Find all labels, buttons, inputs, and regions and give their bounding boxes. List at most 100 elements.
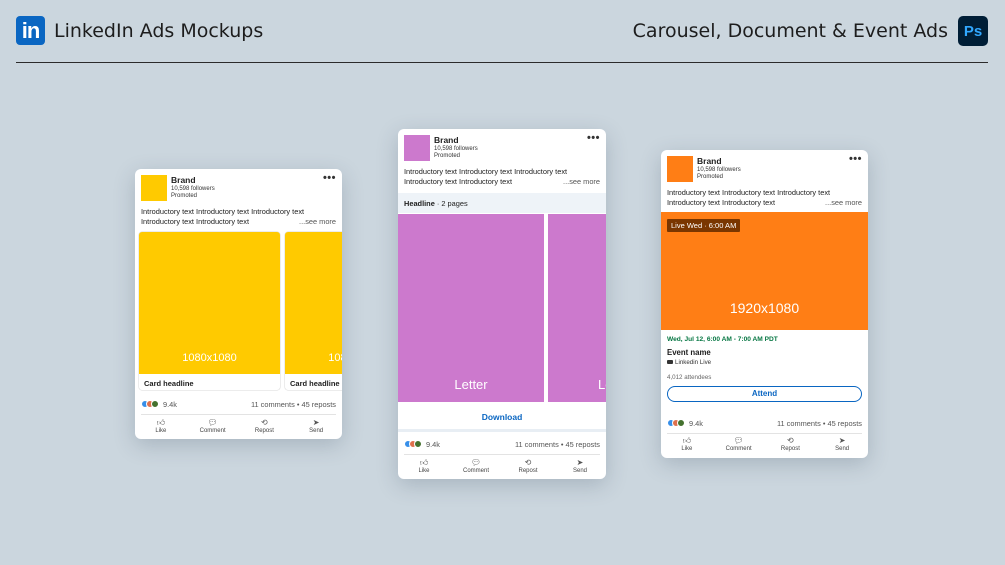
carousel-image-1: 1080x1080 xyxy=(139,232,280,374)
carousel-image-2: 1080x1080 xyxy=(285,232,342,374)
photoshop-logo-icon: Ps xyxy=(958,16,988,46)
reactions-count: 9.4k xyxy=(689,418,703,428)
card-header: Brand 10,598 followers Promoted ••• xyxy=(135,169,342,207)
repost-icon: ⟲ xyxy=(524,458,532,467)
brand-name[interactable]: Brand xyxy=(434,135,459,145)
promoted-label: Promoted xyxy=(171,193,198,199)
comment-button[interactable]: 💬︎ Comment xyxy=(714,436,764,452)
reactions[interactable]: 9.4k xyxy=(404,440,440,449)
reactions-count: 9.4k xyxy=(163,399,177,409)
event-banner[interactable]: Live Wed · 6:00 AM 1920x1080 xyxy=(661,212,868,330)
comment-button[interactable]: 💬︎ Comment xyxy=(451,458,501,474)
event-ad-card: Brand 10,598 followers Promoted ••• Intr… xyxy=(661,150,868,458)
brand-logo xyxy=(141,175,167,201)
reaction-icons xyxy=(141,400,159,408)
event-name[interactable]: Event name xyxy=(667,348,711,357)
reaction-icons xyxy=(667,419,685,427)
see-more-link[interactable]: ...see more xyxy=(563,177,600,187)
attend-button[interactable]: Attend xyxy=(667,386,862,402)
social-stats: 9.4k 11 comments • 45 reposts xyxy=(404,437,600,451)
like-button[interactable]: 👍︎ Like xyxy=(136,418,186,434)
like-button[interactable]: 👍︎ Like xyxy=(399,458,449,474)
comment-button[interactable]: 💬︎ Comment xyxy=(188,418,238,434)
action-bar: 👍︎ Like 💬︎ Comment ⟲ Repost ➤ Send xyxy=(398,458,606,474)
reactions[interactable]: 9.4k xyxy=(667,419,703,428)
repost-button[interactable]: ⟲ Repost xyxy=(239,418,289,434)
thumbs-up-icon: 👍︎ xyxy=(682,436,692,445)
document-headline-bar: Headline · 2 pages xyxy=(398,193,606,213)
page-size-label: Letter xyxy=(454,377,488,392)
download-button[interactable]: Download xyxy=(398,402,606,430)
brand-followers: 10,598 followers xyxy=(171,186,215,192)
live-badge: Live Wed · 6:00 AM xyxy=(667,219,741,232)
comments-reposts[interactable]: 11 comments • 45 reposts xyxy=(515,440,600,449)
reaction-icons xyxy=(404,440,422,448)
comments-reposts[interactable]: 11 comments • 45 reposts xyxy=(777,419,862,428)
more-options-icon[interactable]: ••• xyxy=(587,132,600,144)
send-icon: ➤ xyxy=(576,458,584,467)
card-headline: Card headline xyxy=(144,379,194,388)
send-icon: ➤ xyxy=(838,436,846,445)
action-bar: 👍︎ Like 💬︎ Comment ⟲ Repost ➤ Send xyxy=(661,436,868,452)
event-host: Linkedin Live xyxy=(667,359,711,366)
reactions[interactable]: 9.4k xyxy=(141,400,177,409)
social-stats: 9.4k 11 comments • 45 reposts xyxy=(667,416,862,430)
carousel-ad-card: Brand 10,598 followers Promoted ••• Intr… xyxy=(135,169,342,439)
repost-button[interactable]: ⟲ Repost xyxy=(503,458,553,474)
comments-reposts[interactable]: 11 comments • 45 reposts xyxy=(251,400,336,409)
actions-divider xyxy=(141,414,336,415)
header-divider xyxy=(16,62,988,63)
page-title: LinkedIn Ads Mockups xyxy=(54,20,264,42)
document-page-1[interactable]: Letter xyxy=(398,214,544,402)
intro-line-1: Introductory text Introductory text Intr… xyxy=(667,188,831,197)
brand-name[interactable]: Brand xyxy=(171,175,196,185)
promoted-label: Promoted xyxy=(434,153,461,159)
comment-icon: 💬︎ xyxy=(207,418,218,427)
intro-text: Introductory text Introductory text Intr… xyxy=(398,167,606,189)
send-button[interactable]: ➤ Send xyxy=(291,418,341,434)
comment-icon: 💬︎ xyxy=(470,458,482,467)
document-page-2[interactable]: Letter xyxy=(548,214,606,402)
repost-button[interactable]: ⟲ Repost xyxy=(765,436,815,452)
social-stats: 9.4k 11 comments • 45 reposts xyxy=(141,397,336,411)
intro-line-2: Introductory text Introductory text xyxy=(667,197,776,207)
carousel-card-1[interactable]: 1080x1080 Card headline xyxy=(139,232,280,390)
card-headline: Card headline xyxy=(290,379,340,388)
thumbs-up-icon: 👍︎ xyxy=(156,418,166,427)
send-icon: ➤ xyxy=(312,418,320,427)
brand-logo xyxy=(667,156,693,182)
promoted-label: Promoted xyxy=(697,174,724,180)
send-button[interactable]: ➤ Send xyxy=(555,458,605,474)
carousel-card-2[interactable]: 1080x1080 Card headline xyxy=(285,232,342,390)
card-header: Brand 10,598 followers Promoted ••• xyxy=(661,150,868,188)
video-camera-icon xyxy=(667,360,673,365)
page-size-label: Letter xyxy=(598,377,606,392)
card-header: Brand 10,598 followers Promoted ••• xyxy=(398,129,606,167)
action-bar: 👍︎ Like 💬︎ Comment ⟲ Repost ➤ Send xyxy=(135,418,342,434)
repost-icon: ⟲ xyxy=(261,418,268,427)
image-dimension-label: 1080x1080 xyxy=(328,352,342,364)
more-options-icon[interactable]: ••• xyxy=(849,153,862,165)
thumbs-up-icon: 👍︎ xyxy=(419,458,429,467)
event-attendees: 4,012 attendees xyxy=(667,374,712,381)
reactions-count: 9.4k xyxy=(426,439,440,449)
intro-line-1: Introductory text Introductory text Intr… xyxy=(404,167,568,176)
intro-line-1: Introductory text Introductory text Intr… xyxy=(141,207,305,216)
comment-icon: 💬︎ xyxy=(733,436,744,445)
brand-followers: 10,598 followers xyxy=(697,167,741,173)
more-options-icon[interactable]: ••• xyxy=(323,172,336,184)
see-more-link[interactable]: ...see more xyxy=(825,198,862,208)
actions-divider xyxy=(404,454,600,455)
image-dimension-label: 1920x1080 xyxy=(729,300,800,316)
see-more-link[interactable]: ...see more xyxy=(299,217,336,227)
image-dimension-label: 1080x1080 xyxy=(182,352,237,364)
brand-name[interactable]: Brand xyxy=(697,156,722,166)
intro-text: Introductory text Introductory text Intr… xyxy=(135,207,342,229)
actions-divider xyxy=(667,433,862,434)
event-date: Wed, Jul 12, 6:00 AM - 7:00 AM PDT xyxy=(667,336,778,343)
brand-logo xyxy=(404,135,430,161)
document-ad-card: Brand 10,598 followers Promoted ••• Intr… xyxy=(398,129,606,479)
send-button[interactable]: ➤ Send xyxy=(817,436,867,452)
intro-text: Introductory text Introductory text Intr… xyxy=(661,188,868,210)
like-button[interactable]: 👍︎ Like xyxy=(662,436,712,452)
